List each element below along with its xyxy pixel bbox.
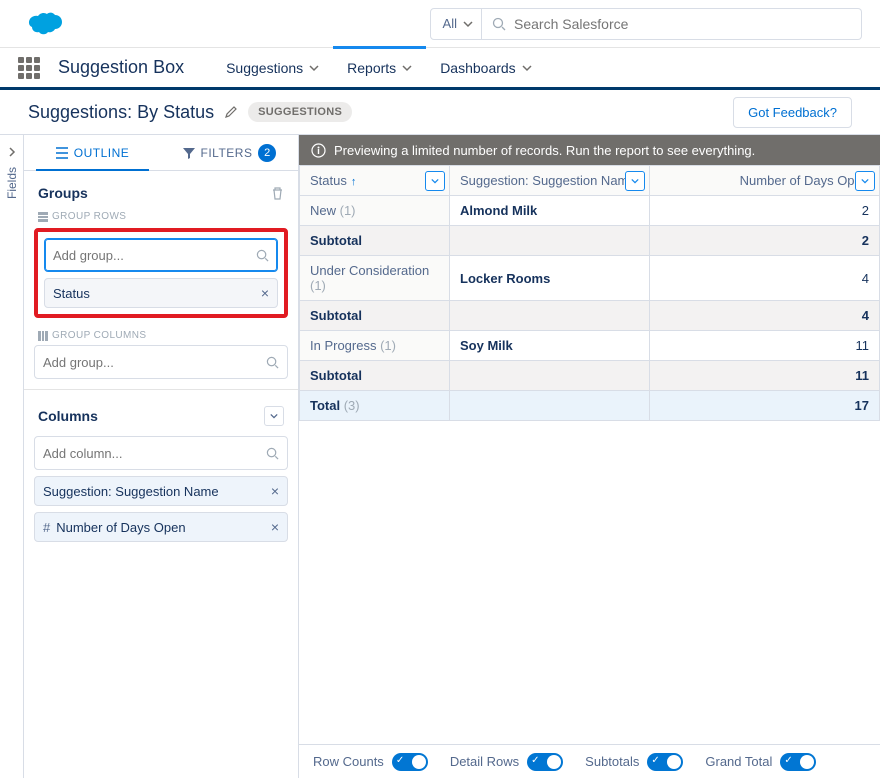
remove-icon[interactable]: ×	[261, 285, 269, 301]
toggle-subtotals[interactable]: Subtotals✓	[585, 753, 683, 771]
edit-icon[interactable]	[224, 105, 238, 119]
trash-icon[interactable]	[271, 187, 284, 200]
preview-banner: Previewing a limited number of records. …	[299, 135, 880, 165]
info-icon	[311, 143, 326, 158]
col-header-days-open[interactable]: Number of Days Open	[650, 166, 880, 196]
tab-filters[interactable]: FILTERS 2	[161, 135, 298, 170]
column-menu-button[interactable]	[625, 171, 645, 191]
group-cols-label: GROUP COLUMNS	[34, 326, 288, 345]
page-title: Suggestions: By Status	[28, 102, 214, 123]
column-menu-button[interactable]	[425, 171, 445, 191]
remove-icon[interactable]: ×	[271, 519, 279, 535]
tab-outline[interactable]: OUTLINE	[24, 135, 161, 170]
add-group-cols-input[interactable]	[34, 345, 288, 379]
rows-icon	[38, 212, 48, 222]
search-icon	[266, 356, 279, 369]
chevron-down-icon	[522, 63, 532, 73]
table-row: Subtotal11	[300, 361, 880, 391]
add-group-rows-input[interactable]	[44, 238, 278, 272]
filter-icon	[183, 147, 195, 159]
chevron-down-icon	[463, 19, 473, 29]
number-type-icon: #	[43, 520, 50, 535]
table-row: Subtotal2	[300, 226, 880, 256]
table-row: New (1)Almond Milk2	[300, 196, 880, 226]
search-icon	[492, 17, 506, 31]
search-icon	[266, 447, 279, 460]
toggle-detail-rows[interactable]: Detail Rows✓	[450, 753, 563, 771]
table-row: In Progress (1)Soy Milk11	[300, 331, 880, 361]
chevron-down-icon	[309, 63, 319, 73]
columns-icon	[38, 331, 48, 341]
search-icon	[256, 249, 269, 262]
report-type-chip: SUGGESTIONS	[248, 102, 352, 122]
toggle-row-counts[interactable]: Row Counts✓	[313, 753, 428, 771]
columns-menu-button[interactable]	[264, 406, 284, 426]
add-column-input[interactable]	[34, 436, 288, 470]
chevron-right-icon	[7, 147, 17, 157]
app-name: Suggestion Box	[58, 57, 184, 78]
global-search[interactable]	[482, 8, 862, 40]
group-rows-highlight: Status ×	[34, 228, 288, 318]
salesforce-logo	[18, 8, 66, 40]
groups-heading: Groups	[38, 185, 88, 201]
search-input[interactable]	[514, 16, 851, 32]
search-scope-label: All	[443, 16, 457, 31]
chevron-down-icon	[402, 63, 412, 73]
nav-dashboards[interactable]: Dashboards	[426, 47, 546, 89]
column-menu-button[interactable]	[855, 171, 875, 191]
table-row: Under Consideration (1)Locker Rooms4	[300, 256, 880, 301]
search-scope-button[interactable]: All	[430, 8, 482, 40]
group-field-status[interactable]: Status ×	[44, 278, 278, 308]
feedback-button[interactable]: Got Feedback?	[733, 97, 852, 128]
fields-rail[interactable]: Fields	[0, 135, 24, 778]
col-header-suggestion-name[interactable]: Suggestion: Suggestion Name	[450, 166, 650, 196]
fields-rail-label: Fields	[5, 167, 19, 199]
column-field-days-open[interactable]: # Number of Days Open ×	[34, 512, 288, 542]
table-row: Total (3)17	[300, 391, 880, 421]
nav-reports[interactable]: Reports	[333, 47, 426, 89]
columns-heading: Columns	[38, 408, 98, 424]
outline-icon	[56, 147, 68, 159]
remove-icon[interactable]: ×	[271, 483, 279, 499]
report-table: Status↑ Suggestion: Suggestion Name Numb…	[299, 165, 880, 421]
group-rows-label: GROUP ROWS	[34, 207, 288, 226]
col-header-status[interactable]: Status↑	[300, 166, 450, 196]
app-launcher-icon[interactable]	[18, 57, 40, 79]
table-row: Subtotal4	[300, 301, 880, 331]
nav-suggestions[interactable]: Suggestions	[212, 47, 333, 89]
sort-asc-icon: ↑	[351, 176, 357, 188]
toggle-grand-total[interactable]: Grand Total✓	[705, 753, 816, 771]
column-field-suggestion-name[interactable]: Suggestion: Suggestion Name ×	[34, 476, 288, 506]
filter-count-badge: 2	[258, 144, 276, 162]
